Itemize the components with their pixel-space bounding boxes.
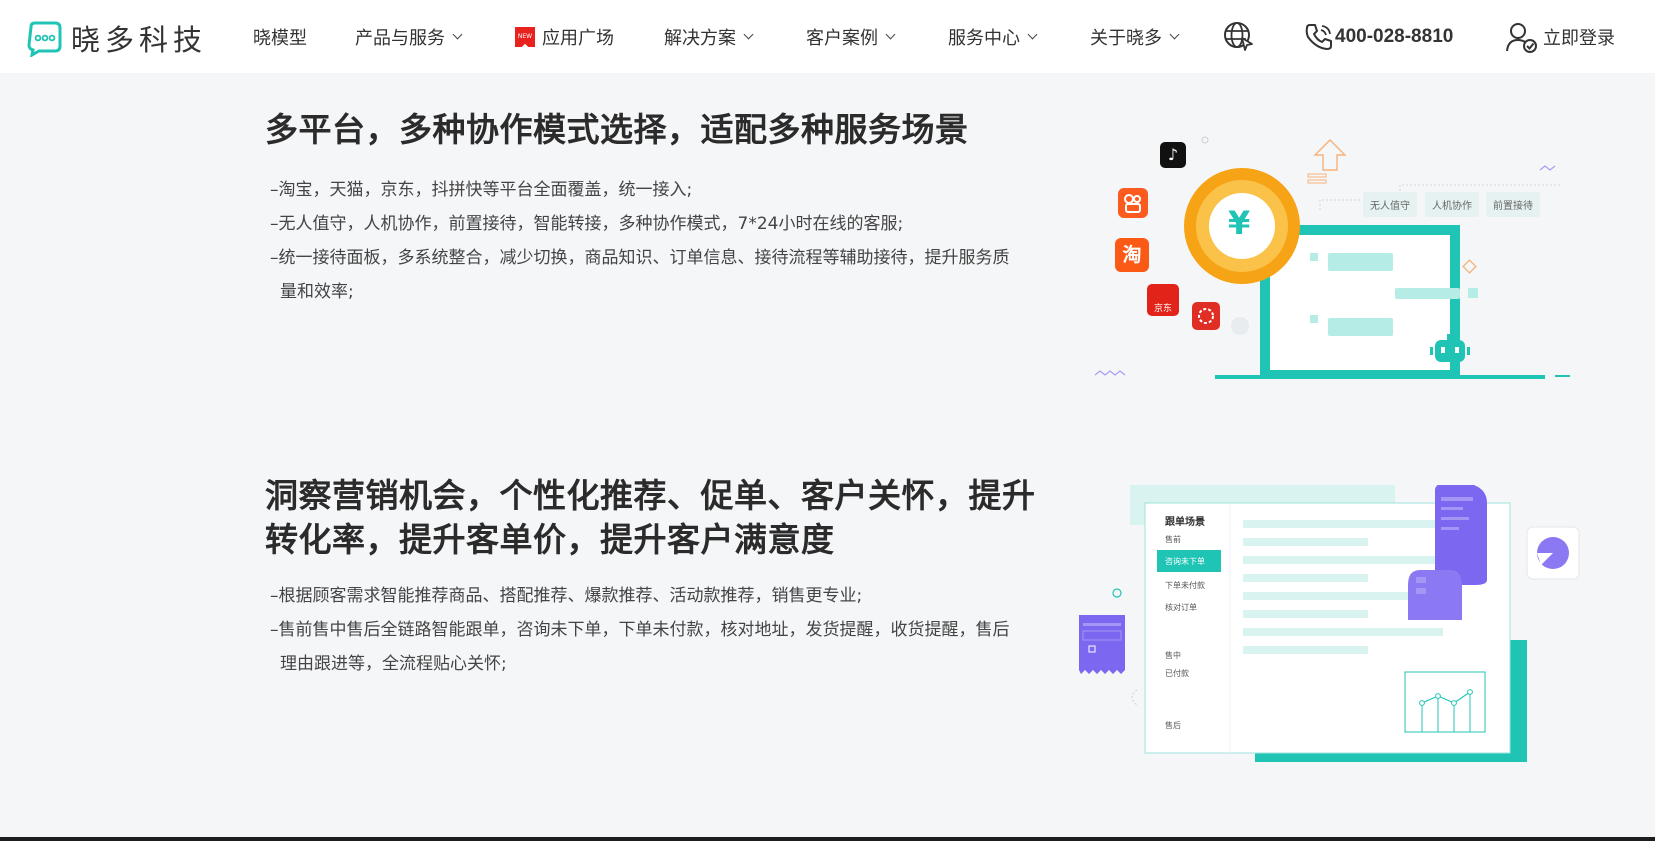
tiktok-icon: ♪ [1160, 142, 1186, 168]
chevron-down-icon [452, 29, 463, 40]
logo-text: 晓多科技 [71, 23, 208, 57]
nav-label: 服务中心 [948, 27, 1020, 49]
section2-title-line2: 转化率，提升客单价，提升客户满意度 [265, 520, 835, 559]
nav-item-model[interactable]: 晓模型 [253, 24, 307, 50]
kuaishou-icon [1118, 188, 1148, 218]
footer-edge [0, 837, 1655, 841]
phone-icon [1305, 24, 1332, 50]
nav-label: 产品与服务 [355, 27, 445, 49]
nav-item-solutions[interactable]: 解决方案 [664, 24, 754, 50]
section2-bullets: –根据顾客需求智能推荐商品、搭配推荐、爆款推荐、活动款推荐，销售更专业; –售前… [270, 579, 1020, 681]
nav-item-app-store[interactable]: NEW 应用广场 [515, 24, 614, 50]
panel-title: 跟单场景 [1165, 517, 1205, 528]
bullet-item: –无人值守，人机协作，前置接待，智能转接，多种协作模式，7*24小时在线的客服; [270, 214, 904, 234]
menu-item-active: 咨询未下单 [1157, 550, 1221, 572]
main-nav: 晓模型 产品与服务 NEW 应用广场 解决方案 客户案例 服务中心 关于晓多 [253, 0, 1180, 73]
nav-item-service[interactable]: 服务中心 [948, 24, 1038, 50]
login-label: 立即登录 [1543, 28, 1615, 49]
order-follow-illustration: 跟单场景 售前 咨询未下单 下单未付款 核对订单 售中 已付款 售后 [1075, 485, 1585, 767]
user-check-icon [1506, 23, 1537, 53]
nav-item-products[interactable]: 产品与服务 [355, 24, 463, 50]
nav-label: 关于晓多 [1090, 27, 1162, 49]
chevron-down-icon [1169, 29, 1180, 40]
nav-label: 应用广场 [542, 27, 614, 49]
bullet-item: –统一接待面板，多系统整合，减少切换，商品知识、订单信息、接待流程等辅助接待，提… [270, 248, 1010, 302]
nav-label: 客户案例 [806, 27, 878, 49]
pinduoduo-icon [1192, 302, 1220, 330]
login-button[interactable]: 立即登录 [1505, 21, 1615, 53]
mode-tag: 前置接待 [1486, 192, 1540, 217]
chevron-down-icon [885, 29, 896, 40]
nav-label: 解决方案 [664, 27, 736, 49]
menu-item: 已付款 [1165, 669, 1189, 678]
laptop-scene-graphic [1094, 136, 1570, 379]
menu-item: 售前 [1165, 535, 1181, 544]
new-badge-icon: NEW [515, 26, 535, 47]
section1-bullets: –淘宝，天猫，京东，抖拼快等平台全面覆盖，统一接入; –无人值守，人机协作，前置… [270, 173, 1020, 309]
chevron-down-icon [743, 29, 754, 40]
multi-platform-illustration: ¥ ♪ 淘 京东 无人值守 人机协作 前置接待 [1090, 130, 1580, 385]
mode-tag: 无人值守 [1363, 192, 1417, 217]
menu-item: 下单未付款 [1165, 581, 1205, 590]
nav-item-about[interactable]: 关于晓多 [1090, 24, 1180, 50]
phone-number: 400-028-8810 [1335, 26, 1454, 47]
taobao-icon: 淘 [1115, 238, 1149, 272]
coin-symbol: ¥ [1228, 204, 1251, 242]
section2-title-line1: 洞察营销机会，个性化推荐、促单、客户关怀，提升 [265, 476, 1036, 515]
nav-label: 晓模型 [253, 27, 307, 49]
section1-title: 多平台，多种协作模式选择，适配多种服务场景 [265, 110, 969, 149]
bullet-item: –售前售中售后全链路智能跟单，咨询未下单，下单未付款，核对地址，发货提醒，收货提… [270, 620, 1010, 674]
nav-item-cases[interactable]: 客户案例 [806, 24, 896, 50]
logo-chat-icon [27, 21, 62, 57]
menu-item: 售后 [1165, 721, 1181, 730]
top-header: 晓多科技 晓模型 产品与服务 NEW 应用广场 解决方案 客户案例 服务中心 关于… [0, 0, 1655, 73]
bullet-item: –根据顾客需求智能推荐商品、搭配推荐、爆款推荐、活动款推荐，销售更专业; [270, 586, 863, 606]
phone-contact[interactable]: 400-028-8810 [1303, 21, 1453, 53]
mode-tag: 人机协作 [1425, 192, 1479, 217]
menu-item-label: 咨询未下单 [1165, 557, 1205, 566]
language-globe-icon[interactable] [1222, 20, 1254, 54]
jd-icon: 京东 [1147, 284, 1179, 316]
dashboard-scene-graphic [1079, 485, 1580, 762]
logo[interactable]: 晓多科技 [25, 17, 207, 59]
section2-title: 洞察营销机会，个性化推荐、促单、客户关怀，提升 转化率，提升客单价，提升客户满意… [265, 474, 1045, 562]
chevron-down-icon [1027, 29, 1038, 40]
menu-item: 核对订单 [1165, 603, 1197, 612]
bullet-item: –淘宝，天猫，京东，抖拼快等平台全面覆盖，统一接入; [270, 180, 693, 200]
menu-item: 售中 [1165, 651, 1181, 660]
